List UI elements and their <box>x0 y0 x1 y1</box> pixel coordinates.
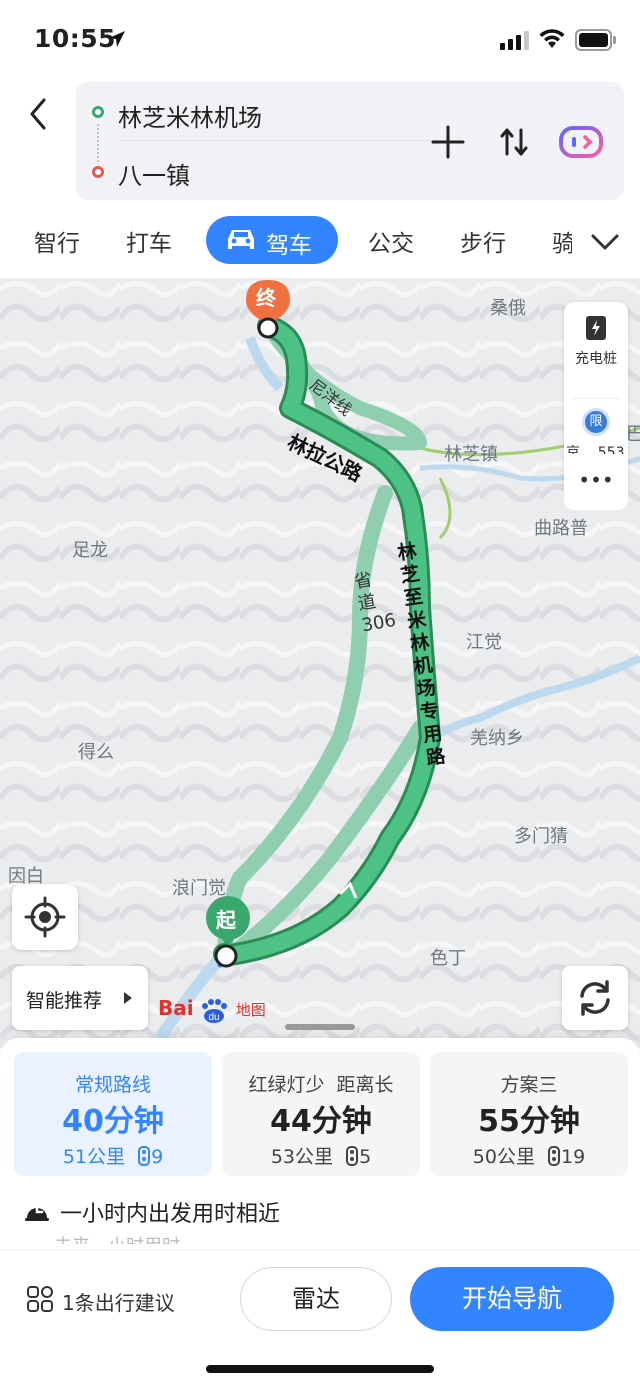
plan-name: 红绿灯少 距离长 <box>248 1074 394 1096</box>
place-label: 多门猜 <box>514 826 568 847</box>
wifi-icon <box>539 29 565 48</box>
traffic-light-icon <box>346 1146 359 1166</box>
voice-assistant-icon[interactable] <box>558 122 604 162</box>
home-indicator[interactable] <box>206 1365 434 1373</box>
crosshair-icon <box>24 896 66 938</box>
battery-icon <box>575 29 616 51</box>
smart-recommend-button[interactable]: 智能推荐 <box>12 966 148 1030</box>
refresh-icon <box>580 980 610 1016</box>
plan-duration: 44分钟 <box>270 1104 372 1139</box>
plan-duration: 55分钟 <box>478 1104 580 1139</box>
plan-lights: 9 <box>151 1146 164 1168</box>
plan-duration: 40分钟 <box>62 1104 164 1139</box>
origin-row[interactable]: 林芝米林机场 <box>76 84 416 140</box>
destination-row[interactable]: 八一镇 <box>76 142 416 198</box>
back-arrow-icon[interactable] <box>22 94 58 134</box>
panel-divider <box>572 398 620 399</box>
charging-station-icon[interactable] <box>584 314 608 342</box>
travel-advice-label: 1条出行建议 <box>62 1291 175 1315</box>
departure-hint-title: 一小时内出发用时相近 <box>60 1202 281 1227</box>
tab-bike[interactable]: 骑 <box>552 224 572 258</box>
logo-du: du <box>208 1012 219 1023</box>
more-options-button[interactable]: ••• <box>564 454 628 510</box>
status-bar: 10:55 <box>0 0 640 80</box>
traffic-light-icon <box>548 1146 561 1166</box>
start-marker-label: 起 <box>216 908 236 932</box>
tab-drive-label: 驾车 <box>266 233 312 259</box>
departure-hint[interactable]: 一小时内出发用时相近 <box>24 1196 624 1227</box>
place-label: 桑俄 <box>490 298 526 319</box>
sheet-drag-handle[interactable] <box>285 1024 355 1030</box>
place-label: 林芝镇 <box>444 444 498 465</box>
place-label: 足龙 <box>72 540 108 561</box>
logo-ditu: 地图 <box>235 1001 266 1019</box>
destination-field[interactable]: 八一镇 <box>118 156 190 191</box>
place-label: 羌纳乡 <box>470 728 524 749</box>
radar-button[interactable]: 雷达 <box>240 1267 392 1331</box>
traffic-limit-icon[interactable]: 限 <box>582 408 610 436</box>
place-label: 浪门觉 <box>172 878 226 899</box>
origin-dot-icon <box>92 106 104 118</box>
swap-route-icon[interactable] <box>494 122 534 162</box>
plan-card-2[interactable]: 红绿灯少 距离长 44分钟 53公里 5 <box>222 1052 420 1176</box>
destination-dot-icon <box>92 166 104 178</box>
grid-apps-icon <box>27 1286 53 1312</box>
refresh-route-button[interactable] <box>562 966 628 1030</box>
chevron-down-icon[interactable] <box>590 232 620 252</box>
tab-taxi[interactable]: 打车 <box>126 224 172 258</box>
plan-distance: 51公里 <box>62 1146 126 1168</box>
plan-name: 常规路线 <box>74 1074 151 1096</box>
locate-me-button[interactable] <box>12 884 78 950</box>
tab-walk[interactable]: 步行 <box>460 224 506 258</box>
baidu-paw-icon: du <box>201 998 227 1023</box>
plan-card-3[interactable]: 方案三 55分钟 50公里 19 <box>430 1052 628 1176</box>
route-input-card: 林芝米林机场 八一镇 <box>76 82 624 200</box>
plan-card-1[interactable]: 常规路线 40分钟 51公里 9 <box>14 1052 212 1176</box>
more-dots-icon: ••• <box>578 468 614 492</box>
place-label: 得么 <box>78 742 114 763</box>
travel-mode-tabs: 智行 打车 驾车 公交 步行 骑 <box>0 214 640 268</box>
plan-name: 方案三 <box>500 1074 558 1096</box>
place-label: 色丁 <box>430 948 466 969</box>
baidu-map-logo: Bai du 地图 <box>158 996 266 1024</box>
add-waypoint-icon[interactable] <box>428 122 468 162</box>
status-time: 10:55 <box>34 24 117 53</box>
charging-label[interactable]: 充电桩 <box>564 348 628 368</box>
place-label: 曲路普 <box>534 518 588 539</box>
plan-meta: 53公里 5 <box>222 1142 420 1169</box>
clock-icon <box>25 1204 49 1221</box>
car-icon <box>228 230 254 249</box>
cellular-signal-icon <box>500 31 529 50</box>
plan-distance: 50公里 <box>472 1146 535 1168</box>
smart-recommend-label: 智能推荐 <box>26 990 103 1012</box>
logo-bai: Bai <box>158 996 194 1020</box>
plan-distance: 53公里 <box>270 1146 334 1168</box>
caret-right-icon <box>124 992 132 1004</box>
tab-bus[interactable]: 公交 <box>368 224 414 258</box>
map-view[interactable]: 终 起 桑俄 林芝镇 曲路普 足龙 江觉 羌纳乡 得么 多门猜 因白 浪门觉 色… <box>0 278 640 1048</box>
place-label: 巴 <box>626 424 640 445</box>
plan-lights: 5 <box>359 1146 372 1168</box>
bottom-action-bar: 1条出行建议 雷达 开始导航 <box>0 1250 640 1387</box>
plan-lights: 19 <box>561 1146 586 1168</box>
tab-drive[interactable]: 驾车 <box>206 216 338 264</box>
traffic-light-icon <box>138 1146 151 1166</box>
start-navigation-button[interactable]: 开始导航 <box>410 1267 614 1331</box>
place-label: 江觉 <box>466 632 502 653</box>
departure-hint-subtitle: 未来一小时用时 <box>54 1232 180 1244</box>
end-marker-label: 终 <box>256 286 276 310</box>
location-arrow-icon <box>109 31 125 47</box>
plan-meta: 51公里 9 <box>14 1142 212 1169</box>
plan-meta: 50公里 19 <box>430 1142 628 1169</box>
tab-smart[interactable]: 智行 <box>34 224 80 258</box>
origin-field[interactable]: 林芝米林机场 <box>118 98 262 133</box>
route-divider <box>118 140 438 141</box>
